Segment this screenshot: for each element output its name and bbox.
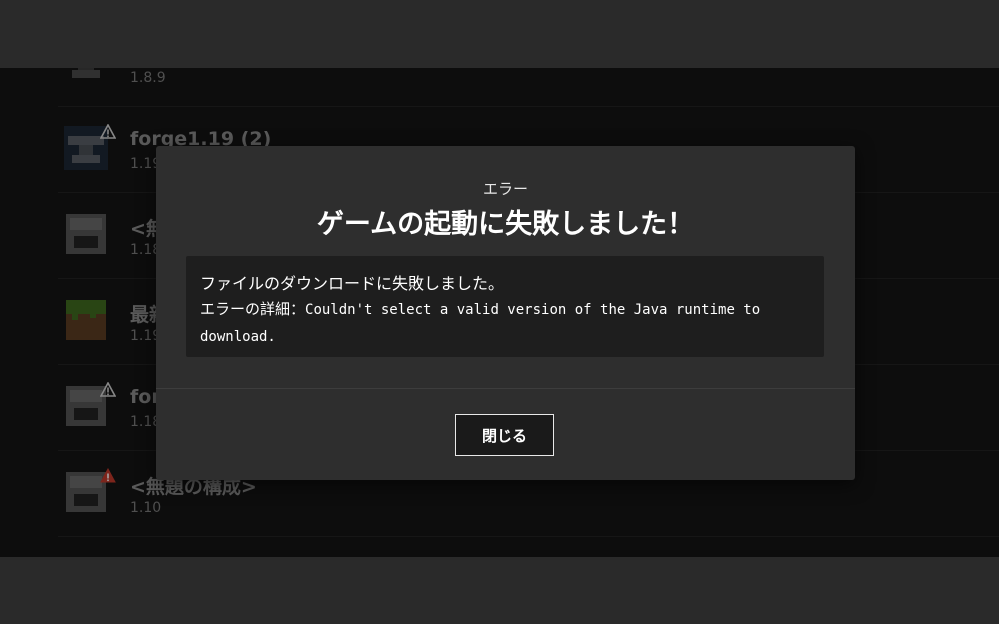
dialog-divider (156, 388, 855, 389)
dialog-subtitle: エラー (482, 180, 528, 198)
bottom-bar (0, 557, 999, 624)
error-detail-label: エラーの詳細： (200, 300, 306, 318)
error-message-box: ファイルのダウンロードに失敗しました。 エラーの詳細：Couldn't sele… (186, 256, 824, 357)
dialog-title: ゲームの起動に失敗しました！ (316, 209, 695, 240)
error-detail: エラーの詳細：Couldn't select a valid version o… (200, 296, 818, 350)
error-message: ファイルのダウンロードに失敗しました。 (200, 274, 505, 293)
top-bar (0, 0, 999, 68)
error-dialog: エラー ゲームの起動に失敗しました！ ファイルのダウンロードに失敗しました。 エ… (156, 146, 855, 480)
close-button[interactable]: 閉じる (455, 414, 554, 456)
